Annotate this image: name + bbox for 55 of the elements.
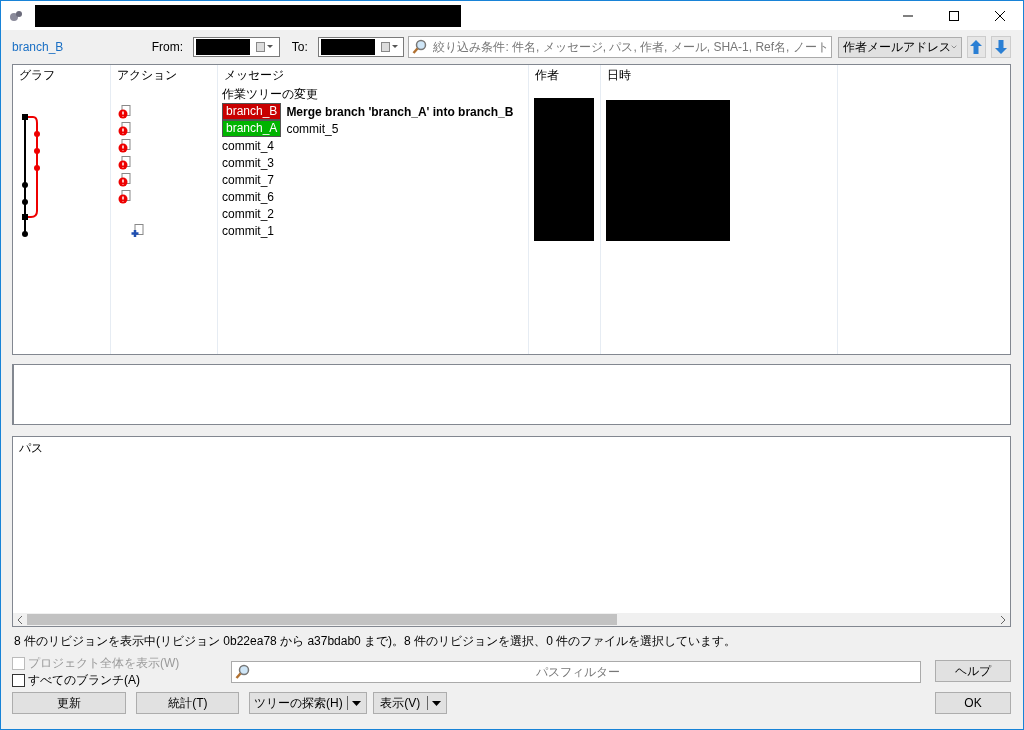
app-icon bbox=[9, 9, 23, 22]
path-filter-field[interactable]: パスフィルター bbox=[231, 661, 921, 683]
checkbox-label[interactable]: すべてのブランチ(A) bbox=[28, 672, 140, 689]
modified-file-icon bbox=[118, 138, 131, 153]
filter-mode-dropdown[interactable]: 作者メールアドレス bbox=[837, 36, 962, 58]
added-file-icon bbox=[131, 223, 144, 238]
column-header[interactable]: 日時 bbox=[601, 65, 837, 85]
stats-button[interactable]: 統計(T) bbox=[136, 692, 240, 714]
modified-file-icon bbox=[118, 155, 131, 170]
branch-label: branch_A bbox=[222, 120, 282, 137]
caret-icon[interactable] bbox=[351, 700, 361, 706]
commit-message[interactable]: commit_4 bbox=[222, 138, 274, 153]
calendar-dropdown-icon[interactable] bbox=[256, 42, 275, 52]
scroll-left-icon[interactable] bbox=[17, 615, 23, 624]
commit-message[interactable]: commit_5 bbox=[286, 121, 339, 136]
commit-message[interactable]: commit_6 bbox=[222, 189, 274, 204]
search-icon bbox=[235, 664, 251, 680]
ok-button[interactable]: OK bbox=[935, 692, 1011, 714]
help-button[interactable]: ヘルプ bbox=[935, 660, 1011, 682]
modified-file-icon bbox=[118, 189, 131, 204]
maximize-icon[interactable] bbox=[949, 10, 959, 21]
commit-message[interactable]: 作業ツリーの変更 bbox=[222, 86, 318, 103]
browse-tree-button[interactable]: ツリーの探索(H) bbox=[249, 692, 367, 714]
modified-file-icon bbox=[118, 104, 131, 119]
scroll-right-icon[interactable] bbox=[1000, 615, 1006, 624]
modified-file-icon bbox=[118, 172, 131, 187]
column-header[interactable]: アクション bbox=[111, 65, 217, 85]
checkbox[interactable] bbox=[12, 674, 25, 687]
status-text: 8 件のリビジョンを表示中(リビジョン 0b22ea78 から a37bdab0 まで)。8 件のリビジョンを選択、0 件のファイルを選択しています。 bbox=[13, 633, 738, 650]
search-field[interactable]: 絞り込み条件: 件名, メッセージ, パス, 作者, メール, SHA-1, Ref名, ノート bbox=[408, 36, 832, 58]
column-header[interactable]: グラフ bbox=[13, 65, 110, 85]
from-date-field[interactable] bbox=[193, 37, 280, 57]
modified-file-icon bbox=[118, 121, 131, 136]
refresh-button[interactable]: 更新 bbox=[12, 692, 127, 714]
column-header[interactable]: メッセージ bbox=[218, 65, 528, 85]
caret-icon[interactable] bbox=[432, 700, 441, 706]
arrow-up-button[interactable] bbox=[966, 36, 987, 58]
horizontal-scrollbar[interactable] bbox=[13, 613, 1010, 626]
commit-message[interactable]: commit_3 bbox=[222, 155, 274, 170]
arrow-down-button[interactable] bbox=[991, 36, 1011, 58]
commit-message[interactable]: Merge branch 'branch_A' into branch_B bbox=[286, 104, 514, 119]
to-label: To: bbox=[291, 40, 308, 54]
column-header[interactable]: 作者 bbox=[529, 65, 600, 85]
commit-message[interactable]: commit_1 bbox=[222, 223, 274, 238]
close-icon[interactable] bbox=[995, 10, 1005, 21]
commit-message[interactable]: commit_7 bbox=[222, 172, 274, 187]
view-button[interactable]: 表示(V) bbox=[372, 692, 447, 714]
search-icon bbox=[412, 39, 429, 55]
column-header[interactable]: パス bbox=[13, 437, 1010, 459]
to-date-field[interactable] bbox=[317, 37, 405, 57]
calendar-dropdown-icon[interactable] bbox=[380, 42, 399, 52]
branch-link[interactable]: branch_B bbox=[12, 40, 152, 54]
from-label: From: bbox=[151, 40, 184, 54]
commit-message[interactable]: commit_2 bbox=[222, 206, 274, 221]
branch-label: branch_B bbox=[222, 103, 282, 120]
